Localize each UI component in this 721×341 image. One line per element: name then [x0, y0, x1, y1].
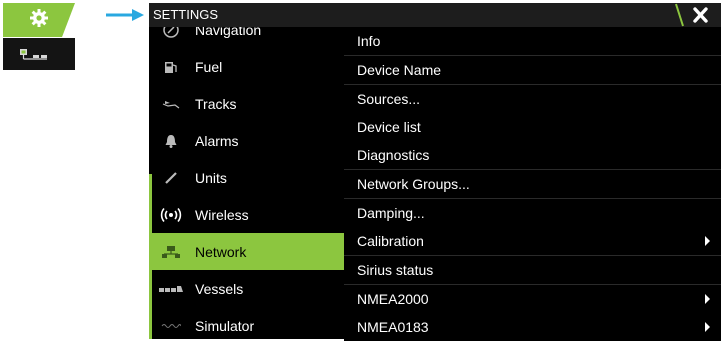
- sidebar-item-navigation[interactable]: Navigation: [149, 27, 344, 48]
- wireless-icon: [158, 206, 184, 224]
- settings-sidebar: Navigation Fuel Tracks Alarms Units Wire…: [149, 27, 344, 339]
- list-item-label: NMEA2000: [357, 291, 429, 307]
- list-item-label: Device list: [357, 119, 421, 135]
- list-item-label: Info: [357, 33, 381, 49]
- sidebar-item-fuel[interactable]: Fuel: [149, 48, 344, 85]
- list-item-label: Diagnostics: [357, 147, 430, 163]
- arrow-right-icon: [106, 7, 146, 23]
- sidebar-item-network[interactable]: Network: [149, 233, 344, 270]
- sidebar-item-label: Fuel: [195, 58, 223, 75]
- list-item-device-name[interactable]: Device Name: [344, 56, 721, 84]
- vessels-icon: [158, 280, 184, 298]
- list-item-label: Calibration: [357, 233, 424, 249]
- chevron-right-icon: [705, 236, 710, 246]
- settings-tile[interactable]: [3, 3, 75, 37]
- list-item-nmea2000[interactable]: NMEA2000: [344, 285, 721, 313]
- sidebar-item-label: Wireless: [195, 206, 249, 223]
- chevron-right-icon: [705, 294, 710, 304]
- sidebar-item-alarms[interactable]: Alarms: [149, 122, 344, 159]
- list-item-diagnostics[interactable]: Diagnostics: [344, 141, 721, 169]
- sidebar-item-vessels[interactable]: Vessels: [149, 270, 344, 307]
- list-item-info[interactable]: Info: [344, 27, 721, 55]
- network-icon: [19, 47, 49, 66]
- list-item-device-list[interactable]: Device list: [344, 113, 721, 141]
- sidebar-item-wireless[interactable]: Wireless: [149, 196, 344, 233]
- window-title: SETTINGS: [153, 7, 219, 22]
- list-item-label: Sources...: [357, 91, 421, 107]
- sidebar-item-tracks[interactable]: Tracks: [149, 85, 344, 122]
- list-item-sources[interactable]: Sources...: [344, 85, 721, 113]
- list-item-network-groups[interactable]: Network Groups...: [344, 170, 721, 198]
- fuel-pump-icon: [158, 58, 184, 76]
- list-item-calibration[interactable]: Calibration: [344, 227, 721, 255]
- title-bar: SETTINGS: [149, 3, 721, 27]
- pen-icon: [158, 169, 184, 187]
- network-settings-list: Info Device Name Sources... Device list …: [344, 27, 721, 341]
- list-item-label: Network Groups...: [357, 176, 470, 192]
- sidebar-item-label: Simulator: [195, 317, 255, 334]
- list-item-label: NMEA0183: [357, 319, 429, 335]
- tracks-icon: [158, 95, 184, 113]
- sidebar-item-label: Alarms: [195, 132, 239, 149]
- chevron-right-icon: [705, 322, 710, 332]
- sidebar-item-label: Vessels: [195, 280, 244, 297]
- bell-icon: [158, 132, 184, 150]
- network-icon: [158, 243, 184, 261]
- list-item-label: Device Name: [357, 62, 442, 78]
- sidebar-item-units[interactable]: Units: [149, 159, 344, 196]
- sidebar-item-simulator[interactable]: Simulator: [149, 307, 344, 339]
- sidebar-item-label: Tracks: [195, 95, 237, 112]
- sidebar-item-label: Units: [195, 169, 227, 186]
- sidebar-item-label: Network: [195, 243, 247, 260]
- list-item-label: Damping...: [357, 205, 425, 221]
- network-tile[interactable]: [3, 38, 75, 70]
- close-button[interactable]: [669, 3, 721, 27]
- sidebar-item-label: Navigation: [195, 27, 262, 38]
- list-item-damping[interactable]: Damping...: [344, 199, 721, 227]
- gear-icon: [29, 8, 49, 33]
- compass-icon: [158, 27, 184, 39]
- settings-dialog: SETTINGS Navigation Fuel Tracks Alarms U…: [149, 3, 721, 341]
- list-item-sirius-status[interactable]: Sirius status: [344, 256, 721, 284]
- list-item-label: Sirius status: [357, 262, 434, 278]
- simulator-icon: [158, 317, 184, 335]
- list-item-nmea0183[interactable]: NMEA0183: [344, 313, 721, 341]
